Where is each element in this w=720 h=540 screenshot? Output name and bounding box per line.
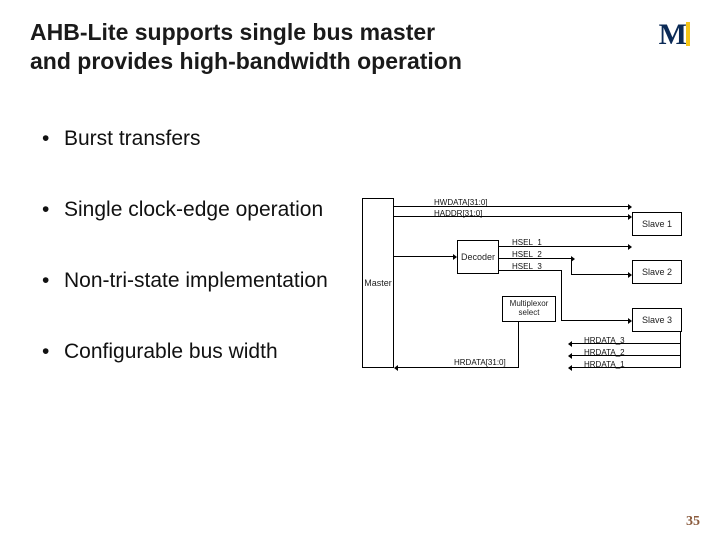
wire bbox=[572, 367, 680, 368]
wire bbox=[518, 322, 519, 368]
logo-letter: M bbox=[659, 18, 683, 51]
bullet-item: Configurable bus width bbox=[42, 339, 352, 364]
decoder-block: Decoder bbox=[457, 240, 499, 274]
wire bbox=[561, 320, 628, 321]
wire bbox=[572, 355, 680, 356]
page-number: 35 bbox=[686, 514, 700, 530]
wire bbox=[572, 343, 680, 344]
wire bbox=[394, 216, 628, 217]
michigan-logo: M bbox=[659, 18, 690, 52]
bullet-item: Single clock-edge operation bbox=[42, 197, 352, 222]
wire bbox=[394, 206, 628, 207]
wire bbox=[398, 367, 518, 368]
wire bbox=[571, 274, 628, 275]
bullet-item: Non-tri-state implementation bbox=[42, 268, 352, 293]
mux-block: Multiplexor select bbox=[502, 296, 556, 322]
wire bbox=[680, 332, 681, 368]
wire bbox=[499, 258, 571, 259]
block-diagram: Master Decoder Multiplexor select Slave … bbox=[362, 198, 692, 388]
wire bbox=[394, 256, 453, 257]
wire bbox=[571, 258, 572, 274]
wire bbox=[561, 270, 562, 320]
bullet-list: Burst transfers Single clock-edge operat… bbox=[42, 126, 352, 411]
bullet-item: Burst transfers bbox=[42, 126, 352, 151]
wire bbox=[499, 270, 561, 271]
signal-hrdata-bus: HRDATA[31:0] bbox=[454, 358, 506, 367]
master-block: Master bbox=[362, 198, 394, 368]
slide: AHB-Lite supports single bus master and … bbox=[0, 0, 720, 540]
slide-title: AHB-Lite supports single bus master and … bbox=[30, 18, 470, 76]
wire bbox=[499, 246, 628, 247]
logo-bar bbox=[686, 22, 690, 46]
slave1-block: Slave 1 bbox=[632, 212, 682, 236]
slave2-block: Slave 2 bbox=[632, 260, 682, 284]
slave3-block: Slave 3 bbox=[632, 308, 682, 332]
